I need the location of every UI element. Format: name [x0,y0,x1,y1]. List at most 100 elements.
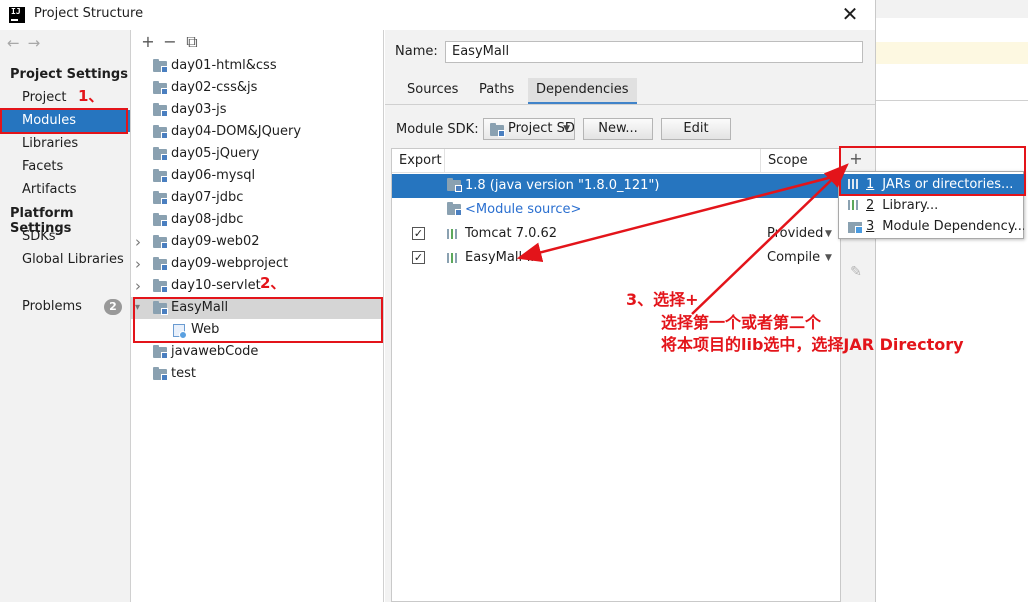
chevron-right-icon[interactable]: › [135,253,141,275]
dependency-name: 1.8 (java version "1.8.0_121") [465,178,660,193]
module-sdk-select[interactable]: Project SDK ▼ [483,118,575,140]
sidebar-item-problems[interactable]: Problems 2 [0,296,130,318]
module-tree-label: day02-css&js [171,80,258,95]
module-folder-icon [153,235,168,249]
chevron-right-icon[interactable]: › [135,275,141,297]
popup-item-number: 2 [866,198,875,213]
dependency-name: <Module source> [465,202,582,217]
tab-divider [385,104,875,105]
dependency-row[interactable]: 1.8 (java version "1.8.0_121") [392,174,840,198]
module-tree-label: day09-web02 [171,234,260,249]
add-dependency-button[interactable]: + [845,148,867,170]
module-icon [848,222,863,234]
dependency-row[interactable]: <Module source> [392,198,840,222]
module-tree-label: Web [191,322,220,337]
module-folder-icon [153,345,168,359]
module-folder-icon [153,125,168,139]
module-tree-label: day10-servlet [171,278,261,293]
module-tree-item[interactable]: day05-jQuery [131,143,383,165]
popup-item-label: JARs or directories... [882,177,1014,192]
sidebar-item-libraries[interactable]: Libraries [0,133,130,155]
name-column-header[interactable] [445,149,761,173]
edit-sdk-button[interactable]: Edit [661,118,731,140]
back-forward-icons[interactable]: ←→ [7,34,48,52]
module-tree-item[interactable]: › day09-web02 [131,231,383,253]
module-tree-label: day06-mysql [171,168,256,183]
module-name-input[interactable]: EasyMall [445,41,863,63]
sidebar-item-facets[interactable]: Facets [0,156,130,178]
module-folder-icon [153,81,168,95]
step3-line2: 选择第一个或者第二个 [661,313,822,332]
module-tree-item[interactable]: ▾ EasyMall [131,297,383,319]
export-checkbox[interactable]: ✓ [412,227,425,240]
popup-item-number: 3 [866,219,875,234]
module-tree-item[interactable]: Web [131,319,383,341]
sidebar-item-modules[interactable]: Modules [0,110,130,132]
problems-label: Problems [22,299,82,314]
module-tree-panel: + − ⧉ day01-html&css day02-css&js day03-js da… [131,30,384,602]
dependency-row[interactable]: ✓ EasyMall-lib Compile ▼ [392,246,840,270]
module-tree-item[interactable]: › day09-webproject [131,253,383,275]
close-button[interactable]: ✕ [838,3,862,27]
module-tree-label: javawebCode [171,344,259,359]
module-toolbar: + − ⧉ [137,32,203,52]
copy-module-icon[interactable]: ⧉ [181,32,203,52]
module-tree-item[interactable]: › day10-servlet [131,275,383,297]
module-tree-item[interactable]: day01-html&css [131,55,383,77]
add-module-icon[interactable]: + [137,32,159,51]
module-tree-item[interactable]: javawebCode [131,341,383,363]
scope-column-header[interactable]: Scope [761,149,841,173]
chevron-right-icon[interactable]: › [135,231,141,253]
module-sdk-label: Module SDK: [396,122,479,137]
module-tree-item[interactable]: day02-css&js [131,77,383,99]
module-folder-icon [153,169,168,183]
module-folder-icon [153,59,168,73]
export-checkbox[interactable]: ✓ [412,251,425,264]
tab-dependencies[interactable]: Dependencies [528,78,637,104]
chevron-down-icon: ▼ [563,124,570,134]
remove-module-icon[interactable]: − [159,32,181,51]
chevron-down-icon[interactable]: ▼ [825,246,832,270]
new-sdk-button[interactable]: New... [583,118,653,140]
module-tree-item[interactable]: day06-mysql [131,165,383,187]
background-strip [876,0,1028,18]
sdk-folder-icon [490,123,505,137]
popup-item-module-dependency[interactable]: 3 Module Dependency... [840,216,1024,237]
settings-sidebar: ←→ Project Settings Project Modules Libr… [0,30,131,602]
edit-dependency-icon[interactable]: ✎ [845,261,867,283]
sidebar-item-project[interactable]: Project [0,87,130,109]
background-divider [876,100,1028,101]
module-tree-item[interactable]: day04-DOM&JQuery [131,121,383,143]
module-tree-item[interactable]: day03-js [131,99,383,121]
module-folder-icon [153,257,168,271]
popup-item-jars[interactable]: 1 JARs or directories... [840,174,1024,195]
dependency-row[interactable]: ✓ Tomcat 7.0.62 Provided ▼ [392,222,840,246]
dependency-scope[interactable]: Compile [767,246,820,270]
module-tree-label: day04-DOM&JQuery [171,124,302,139]
tab-paths[interactable]: Paths [471,78,522,104]
sidebar-item-sdks[interactable]: SDKs [0,226,130,248]
step3-line1: 3、选择+ [626,290,699,309]
popup-item-library[interactable]: 2 Library... [840,195,1024,216]
sdk-folder-icon [447,178,462,192]
popup-item-number: 1 [866,177,875,192]
module-tree-label: day07-jdbc [171,190,244,205]
sidebar-item-global-libraries[interactable]: Global Libraries [0,249,130,271]
sidebar-item-artifacts[interactable]: Artifacts [0,179,130,201]
dependency-name: Tomcat 7.0.62 [465,226,558,241]
module-tree-item[interactable]: test [131,363,383,385]
module-tree-item[interactable]: day07-jdbc [131,187,383,209]
export-column-header[interactable]: Export [392,149,445,173]
module-folder-icon [153,279,168,293]
dependency-scope[interactable]: Provided [767,222,823,246]
jar-icon [848,179,861,189]
chevron-down-icon[interactable]: ▼ [825,222,832,246]
project-settings-heading: Project Settings [10,67,128,82]
chevron-down-icon[interactable]: ▾ [135,297,140,319]
module-tree-label: day03-js [171,102,227,117]
tab-sources[interactable]: Sources [399,78,466,104]
background-editor [875,0,1028,602]
module-tree-item[interactable]: day08-jdbc [131,209,383,231]
popup-item-label: Module Dependency... [882,219,1024,234]
step1-label: 1、 [78,87,104,105]
